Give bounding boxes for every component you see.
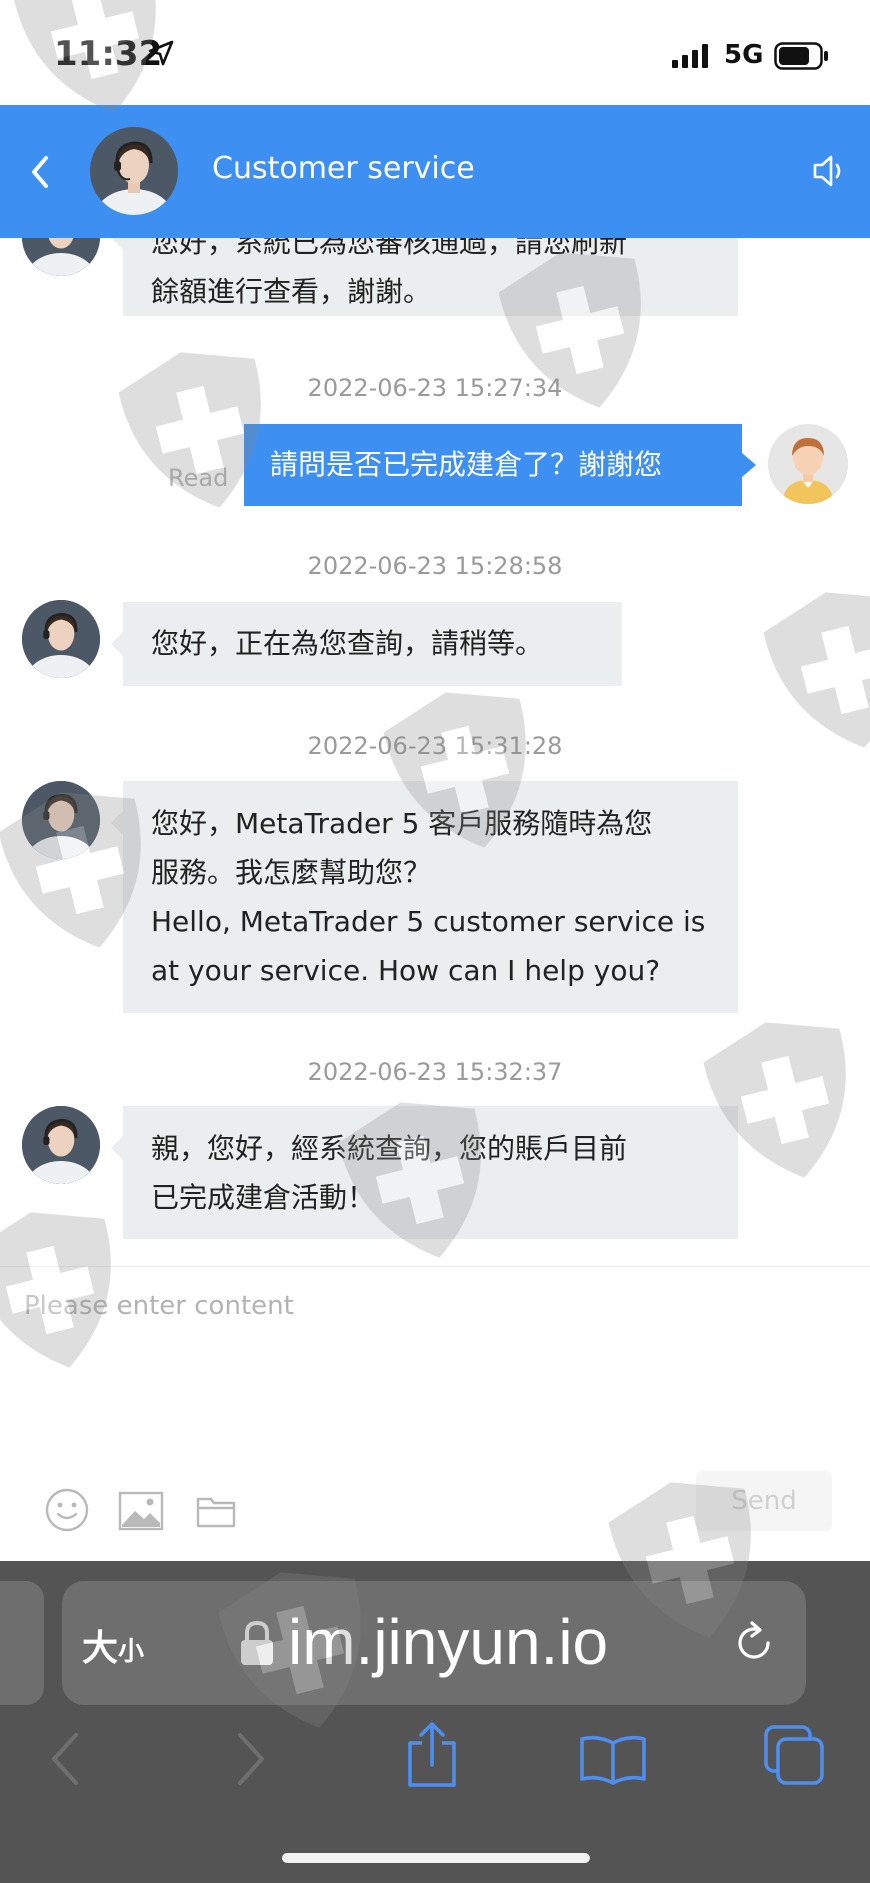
read-receipt: Read (168, 464, 229, 492)
back-icon[interactable] (26, 153, 56, 191)
send-button[interactable]: Send (696, 1471, 832, 1531)
user-avatar (768, 424, 848, 504)
browser-forward-icon[interactable] (234, 1731, 268, 1787)
message-text: 您好，正在為您查詢，請稍等。 (151, 627, 544, 660)
message-text: 親，您好，經系統查詢，您的賬戶目前 (151, 1132, 628, 1165)
chat-header: Customer service (0, 105, 870, 238)
message-bubble-incoming: 您好，系統已為您審核通過，請您刷新 餘額進行查看，謝謝。 (111, 238, 738, 316)
image-icon[interactable] (118, 1491, 164, 1531)
message-bubble-outgoing: 請問是否已完成建倉了？謝謝您 (244, 424, 756, 506)
message-text: at your service. How can I help you? (151, 954, 661, 987)
signal-icon (672, 44, 708, 68)
battery-icon (774, 42, 828, 70)
agent-avatar (22, 238, 100, 276)
tabs-icon[interactable] (762, 1723, 828, 1789)
message-text: 您好，MetaTrader 5 客戶服務隨時為您 (151, 807, 653, 840)
message-bubble-incoming: 您好，MetaTrader 5 客戶服務隨時為您 服務。我怎麼幫助您？ Hell… (111, 781, 738, 1013)
text-size-large-glyph: 大 (82, 1628, 119, 1669)
browser-toolbar: 大小 im.jinyun.io (0, 1561, 870, 1883)
agent-avatar (22, 1106, 100, 1184)
message-text: 服務。我怎麼幫助您？ (151, 856, 432, 889)
message-input[interactable] (22, 1289, 846, 1413)
location-arrow-icon (148, 40, 174, 66)
folder-icon[interactable] (196, 1493, 236, 1529)
message-timestamp: 2022-06-23 15:27:34 (307, 374, 563, 402)
message-timestamp: 2022-06-23 15:31:28 (307, 732, 563, 760)
speaker-icon[interactable] (812, 151, 848, 191)
agent-avatar (22, 781, 100, 859)
chat-title: Customer service (212, 151, 475, 186)
message-bubble-incoming: 親，您好，經系統查詢，您的賬戶目前 已完成建倉活動！ (111, 1106, 738, 1239)
lock-icon (241, 1620, 273, 1665)
message-text: 請問是否已完成建倉了？謝謝您 (270, 448, 663, 481)
message-timestamp: 2022-06-23 15:28:58 (307, 552, 563, 580)
emoji-icon[interactable] (44, 1487, 90, 1533)
home-indicator (282, 1853, 590, 1863)
bookmarks-icon[interactable] (578, 1733, 648, 1785)
message-text: 您好，系統已為您審核通過，請您刷新 (151, 238, 628, 259)
message-list[interactable]: 您好，系統已為您審核通過，請您刷新 餘額進行查看，謝謝。 2022-06-23 … (0, 238, 870, 1268)
text-size-small-glyph: 小 (118, 1637, 145, 1667)
agent-avatar (90, 127, 178, 215)
message-text: 已完成建倉活動！ (151, 1181, 376, 1214)
message-bubble-incoming: 您好，正在為您查詢，請稍等。 (111, 602, 622, 686)
browser-back-icon[interactable] (48, 1731, 82, 1787)
message-timestamp: 2022-06-23 15:32:37 (307, 1058, 563, 1086)
reload-icon[interactable] (730, 1619, 778, 1667)
status-time: 11:32 (54, 34, 163, 74)
status-bar: 11:32 5G (0, 0, 870, 105)
url-text: im.jinyun.io (288, 1606, 609, 1678)
network-type: 5G (724, 40, 764, 70)
agent-avatar (22, 600, 100, 678)
text-size-button[interactable]: 大小 (82, 1619, 144, 1671)
message-text: Hello, MetaTrader 5 customer service is (151, 905, 706, 938)
share-icon[interactable] (404, 1721, 460, 1789)
message-text: 餘額進行查看，謝謝。 (151, 275, 432, 308)
previous-tab-edge[interactable] (0, 1581, 44, 1705)
address-bar[interactable]: 大小 im.jinyun.io (62, 1581, 806, 1705)
composer: Send (0, 1266, 870, 1562)
